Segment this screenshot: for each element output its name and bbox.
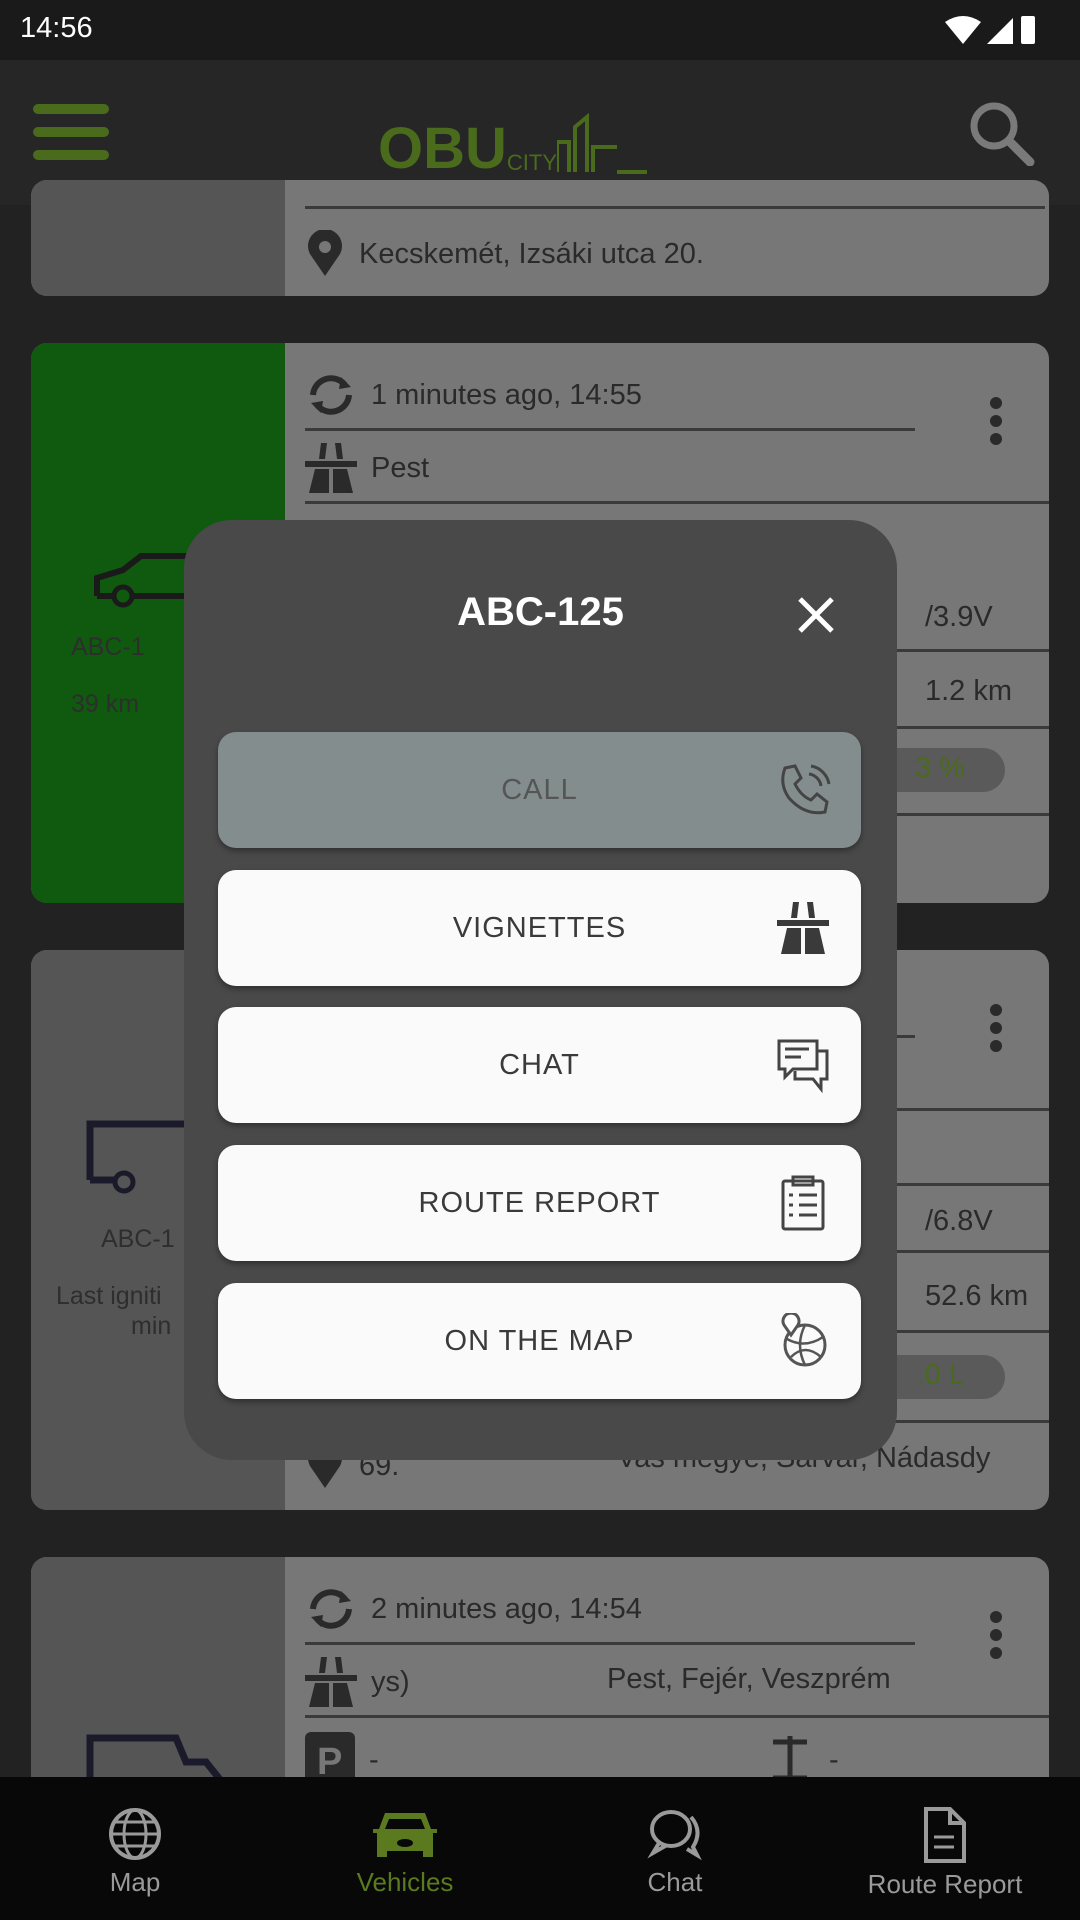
address-row: Kecskemét, Izsáki utca 20.	[305, 230, 704, 278]
dialog-title: ABC-125	[457, 590, 624, 634]
voltage-text: /6.8V	[925, 1205, 993, 1237]
voltage-text: /3.9V	[925, 601, 993, 633]
logo-text: OBU	[378, 116, 507, 181]
vignette-row: ys)	[305, 1657, 410, 1707]
refresh-icon	[310, 1589, 352, 1629]
odometer-text: 1.2 km	[925, 675, 1013, 707]
close-icon[interactable]	[797, 596, 835, 634]
nav-route-report[interactable]: Route Report	[840, 1777, 1050, 1920]
city-skyline-icon	[557, 112, 648, 174]
globe-pin-icon	[781, 1313, 827, 1367]
update-row: 2 minutes ago, 14:54	[305, 1587, 642, 1631]
highway-icon	[777, 902, 829, 954]
app-logo: OBU CITY	[378, 112, 648, 182]
more-options-icon[interactable]	[990, 1611, 1002, 1665]
vignette-text: ys)	[371, 1665, 410, 1698]
divider	[305, 428, 915, 431]
chat-label: CHAT	[499, 1048, 580, 1081]
logo-sub: CITY	[506, 150, 558, 175]
vignette-counties: Pest, Fejér, Veszprém	[607, 1663, 891, 1695]
card-status-panel	[31, 180, 285, 296]
on-the-map-label: ON THE MAP	[444, 1324, 635, 1357]
status-time: 14:56	[20, 12, 93, 44]
hamburger-icon[interactable]	[33, 104, 109, 160]
call-button[interactable]: CALL	[218, 732, 861, 848]
update-row: 1 minutes ago, 14:55	[305, 373, 642, 417]
vignettes-button[interactable]: VIGNETTES	[218, 870, 861, 986]
divider	[305, 1715, 1049, 1718]
nav-route-report-label: Route Report	[867, 1869, 1023, 1899]
chat-bubbles-icon	[647, 1810, 702, 1861]
highway-icon	[305, 1657, 357, 1707]
chat-button[interactable]: CHAT	[218, 1007, 861, 1123]
chat-icon	[777, 1039, 829, 1093]
call-label: CALL	[501, 773, 578, 806]
more-options-icon[interactable]	[990, 1004, 1002, 1058]
vignettes-label: VIGNETTES	[452, 911, 627, 944]
wifi-signal-battery-icon	[945, 16, 1035, 44]
car-icon	[373, 1813, 437, 1857]
clipboard-icon	[781, 1175, 825, 1231]
more-options-icon[interactable]	[990, 397, 1002, 451]
nav-chat-label: Chat	[647, 1867, 703, 1897]
route-report-button[interactable]: ROUTE REPORT	[218, 1145, 861, 1261]
document-icon	[924, 1807, 966, 1863]
odometer-text: 52.6 km	[925, 1280, 1029, 1312]
divider	[305, 501, 1049, 504]
vignette-text: Pest	[371, 451, 430, 484]
phone-icon	[781, 764, 831, 815]
highway-icon	[305, 443, 357, 493]
refresh-icon	[310, 375, 352, 415]
search-icon[interactable]	[968, 100, 1036, 166]
updated-text: 1 minutes ago, 14:55	[371, 378, 642, 411]
on-the-map-button[interactable]: ON THE MAP	[218, 1283, 861, 1399]
vehicle-actions-dialog: ABC-125 CALL VIGNETTES CHAT ROUTE REPORT…	[184, 520, 897, 1460]
divider	[305, 206, 1045, 209]
nav-chat[interactable]: Chat	[580, 1777, 770, 1920]
address-text: Kecskemét, Izsáki utca 20.	[359, 237, 704, 270]
nav-map[interactable]: Map	[40, 1777, 230, 1920]
divider	[305, 1642, 915, 1645]
updated-text: 2 minutes ago, 14:54	[371, 1592, 642, 1625]
parking-value: -	[369, 1743, 379, 1776]
nav-vehicles-label: Vehicles	[356, 1867, 454, 1897]
nav-map-label: Map	[109, 1867, 161, 1897]
vehicle-card[interactable]: Kecskemét, Izsáki utca 20.	[31, 180, 1049, 296]
nav-vehicles[interactable]: Vehicles	[310, 1777, 500, 1920]
location-pin-icon	[308, 230, 342, 276]
axle-value: -	[829, 1743, 839, 1776]
route-report-label: ROUTE REPORT	[418, 1186, 661, 1219]
bottom-navigation: Map Vehicles Chat Route Report	[0, 1777, 1080, 1920]
globe-icon	[109, 1808, 161, 1860]
vignette-row: Pest	[305, 443, 429, 493]
status-bar: 14:56	[0, 0, 1080, 60]
